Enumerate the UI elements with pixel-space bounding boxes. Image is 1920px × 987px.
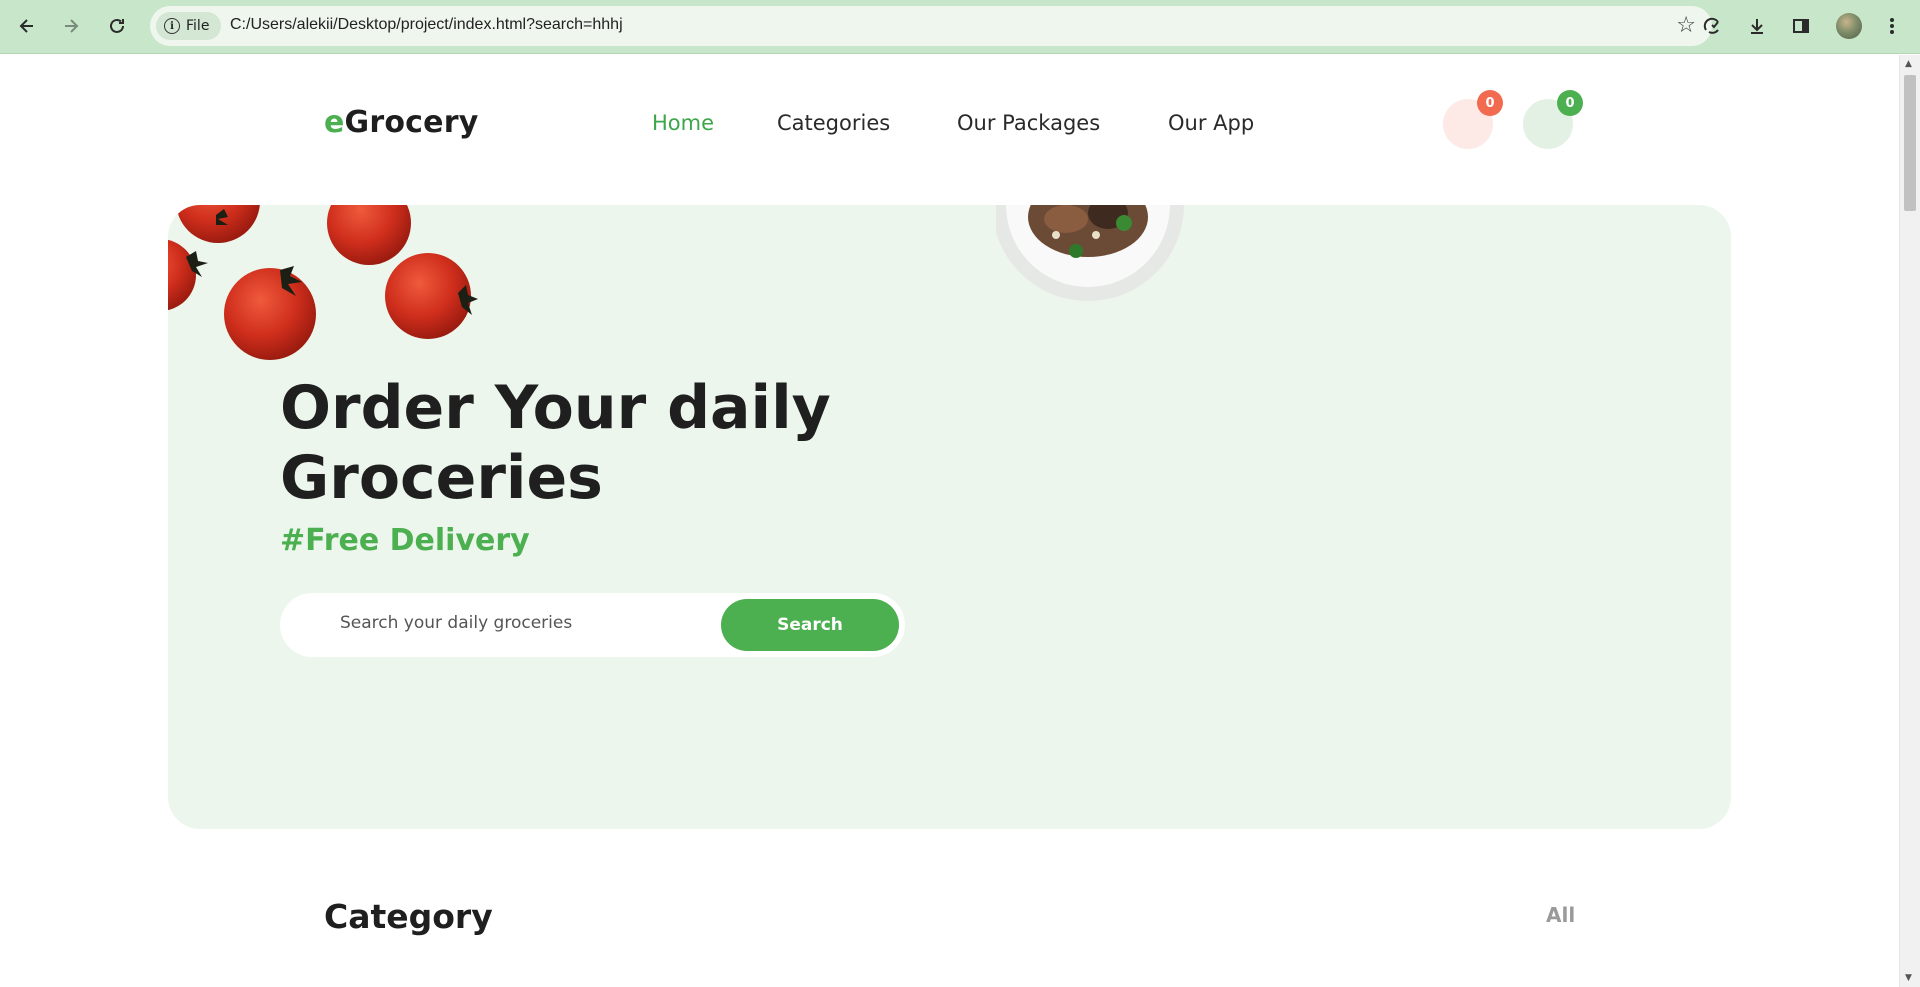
side-panel-icon[interactable] [1787, 12, 1815, 40]
hero-title: Order Your daily Groceries [280, 373, 831, 513]
scroll-up-arrow-icon[interactable]: ▲ [1905, 59, 1912, 69]
back-arrow-icon[interactable] [12, 11, 42, 41]
tomatoes-image [168, 205, 478, 360]
address-bar[interactable]: i File C:/Users/alekii/Desktop/project/i… [150, 6, 1712, 46]
web-page: eGrocery Home Categories Our Packages Ou… [0, 55, 1899, 987]
url-text[interactable]: C:/Users/alekii/Desktop/project/index.ht… [230, 16, 623, 34]
search-form: Search [280, 593, 905, 657]
food-plate-image [996, 205, 1184, 301]
nav-categories[interactable]: Categories [777, 111, 890, 135]
site-logo[interactable]: eGrocery [324, 105, 478, 140]
free-delivery-tagline: #Free Delivery [280, 523, 530, 558]
hero-title-line-1: Order Your daily [280, 373, 831, 443]
logo-text: Grocery [344, 105, 479, 140]
performance-icon[interactable] [1698, 12, 1726, 40]
download-icon[interactable] [1743, 12, 1771, 40]
info-icon: i [164, 18, 180, 34]
star-icon[interactable]: ☆ [1676, 13, 1696, 38]
hero-banner: Order Your daily Groceries #Free Deliver… [168, 205, 1731, 829]
profile-avatar[interactable] [1836, 13, 1862, 39]
search-button[interactable]: Search [721, 599, 899, 651]
page-scrollbar[interactable]: ▲ ▼ [1899, 55, 1920, 987]
browser-toolbar: i File C:/Users/alekii/Desktop/project/i… [0, 0, 1920, 54]
wishlist-count-badge: 0 [1477, 90, 1503, 116]
more-menu-icon[interactable] [1878, 12, 1906, 40]
category-all-link[interactable]: All [1546, 903, 1575, 927]
file-chip-label: File [186, 18, 210, 34]
search-input[interactable] [340, 613, 700, 633]
forward-arrow-icon[interactable] [56, 11, 86, 41]
reload-icon[interactable] [102, 11, 132, 41]
nav-our-app[interactable]: Our App [1168, 111, 1254, 135]
site-info-chip[interactable]: i File [156, 12, 222, 40]
hero-title-line-2: Groceries [280, 443, 603, 513]
scroll-thumb[interactable] [1904, 75, 1916, 211]
category-heading: Category [324, 897, 493, 936]
scroll-down-arrow-icon[interactable]: ▼ [1905, 973, 1912, 983]
logo-accent: e [324, 105, 345, 140]
nav-our-packages[interactable]: Our Packages [957, 111, 1100, 135]
nav-home[interactable]: Home [652, 111, 714, 135]
cart-count-badge: 0 [1557, 90, 1583, 116]
